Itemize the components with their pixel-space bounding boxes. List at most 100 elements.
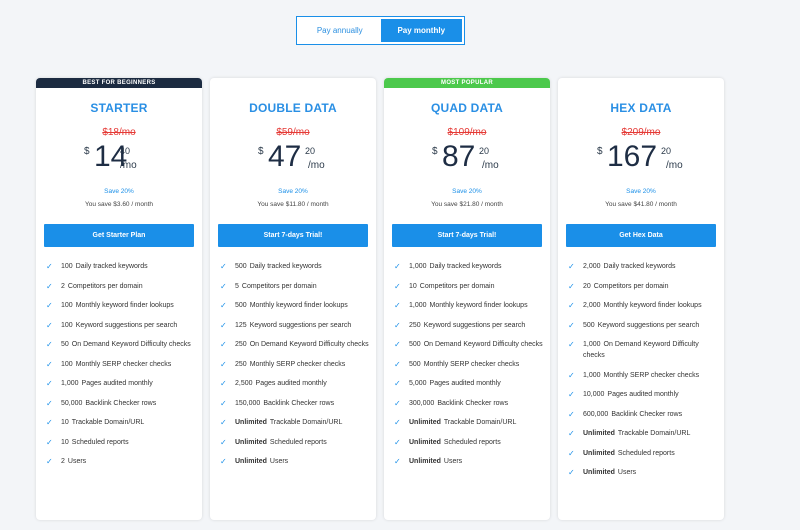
- check-icon: ✓: [568, 468, 575, 477]
- plan-card-quad-data: MOST POPULAR QUAD DATA $109/mo $ 87 20 /mo…: [384, 78, 550, 520]
- feature-value: Unlimited: [583, 469, 615, 476]
- feature-label: Scheduled reports: [269, 438, 327, 446]
- feature-value: 125: [235, 321, 247, 329]
- feature-label: Competitors per domain: [593, 282, 669, 290]
- feature-item: ✓ 500 On Demand Keyword Difficulty checks: [394, 339, 544, 350]
- feature-item: ✓ 100 Monthly keyword finder lookups: [46, 300, 196, 311]
- price-integer: 47: [268, 140, 302, 173]
- feature-item: ✓ Unlimited Scheduled reports: [220, 437, 370, 448]
- check-icon: ✓: [394, 301, 401, 310]
- plan-cta-button[interactable]: Get Starter Plan: [44, 224, 194, 247]
- feature-value: 2: [61, 282, 65, 290]
- feature-value: 2,000: [583, 263, 601, 270]
- check-icon: ✓: [220, 340, 227, 349]
- price-currency: $: [432, 146, 438, 157]
- feature-value: 500: [583, 321, 595, 329]
- old-price: $209/mo: [621, 127, 661, 138]
- feature-item: ✓ 250 Monthly SERP checker checks: [220, 359, 370, 370]
- feature-label: Backlink Checker rows: [263, 399, 335, 407]
- feature-label: Backlink Checker rows: [611, 410, 683, 418]
- feature-label: Daily tracked keywords: [249, 263, 322, 270]
- price-decimal: 20: [661, 146, 672, 156]
- you-save-text: You save $21.80 / month: [431, 201, 503, 208]
- check-icon: ✓: [46, 457, 53, 466]
- feature-label: On Demand Keyword Difficulty checks: [423, 341, 543, 348]
- feature-label: Trackable Domain/URL: [269, 419, 343, 426]
- check-icon: ✓: [394, 398, 401, 408]
- pay-annually-option[interactable]: Pay annually: [299, 19, 381, 42]
- check-icon: ✓: [394, 359, 401, 369]
- feature-item: ✓ 250 On Demand Keyword Difficulty checks: [220, 339, 370, 350]
- feature-value: Unlimited: [409, 438, 441, 446]
- feature-item: ✓ 300,000 Backlink Checker rows: [394, 398, 544, 409]
- plan-ribbon: BEST FOR BEGINNERS: [36, 78, 202, 88]
- save-percent: Save 20%: [452, 188, 482, 195]
- check-icon: ✓: [568, 340, 575, 349]
- feature-label: Monthly keyword finder lookups: [249, 302, 348, 309]
- plan-cta-button[interactable]: Get Hex Data: [566, 224, 716, 247]
- feature-value: Unlimited: [235, 458, 267, 465]
- feature-label: Keyword suggestions per search: [75, 321, 178, 329]
- check-icon: ✓: [46, 281, 53, 291]
- feature-item: ✓ Unlimited Users: [220, 456, 370, 467]
- price-integer: 167: [607, 140, 658, 173]
- feature-label: Trackable Domain/URL: [617, 430, 691, 437]
- feature-item: ✓ Unlimited Users: [394, 456, 544, 467]
- price-period: /mo: [482, 160, 499, 171]
- plan-cta-button[interactable]: Start 7-days Trial!: [218, 224, 368, 247]
- feature-value: 5,000: [409, 380, 427, 387]
- check-icon: ✓: [220, 359, 227, 369]
- feature-item: ✓ 1,000 Pages audited monthly: [46, 378, 196, 389]
- plan-card-starter: BEST FOR BEGINNERS STARTER $18/mo $ 14 40 …: [36, 78, 202, 520]
- feature-value: 250: [235, 341, 247, 348]
- feature-list: ✓ 2,000 Daily tracked keywords ✓ 20 Compet…: [558, 261, 724, 478]
- plan-ribbon: [210, 78, 376, 88]
- feature-item: ✓ 500 Monthly keyword finder lookups: [220, 300, 370, 311]
- check-icon: ✓: [220, 379, 227, 388]
- feature-item: ✓ 250 Keyword suggestions per search: [394, 320, 544, 331]
- feature-item: ✓ 500 Daily tracked keywords: [220, 261, 370, 272]
- feature-value: 1,000: [409, 263, 427, 270]
- check-icon: ✓: [568, 281, 575, 291]
- feature-value: 1,000: [61, 380, 79, 387]
- plan-name: DOUBLE DATA: [249, 101, 337, 115]
- check-icon: ✓: [220, 437, 227, 447]
- check-icon: ✓: [220, 262, 227, 271]
- price-currency: $: [84, 146, 90, 157]
- feature-value: 1,000: [409, 302, 427, 309]
- check-icon: ✓: [46, 301, 53, 310]
- feature-item: ✓ 2 Competitors per domain: [46, 281, 196, 292]
- check-icon: ✓: [394, 437, 401, 447]
- feature-item: ✓ 150,000 Backlink Checker rows: [220, 398, 370, 409]
- you-save-text: You save $41.80 / month: [605, 201, 677, 208]
- feature-item: ✓ 10 Trackable Domain/URL: [46, 417, 196, 428]
- feature-label: Pages audited monthly: [255, 380, 327, 387]
- feature-label: Trackable Domain/URL: [71, 419, 145, 426]
- feature-label: Monthly SERP checker checks: [423, 360, 520, 368]
- feature-value: 10,000: [583, 391, 605, 398]
- pay-monthly-option[interactable]: Pay monthly: [380, 19, 462, 42]
- feature-item: ✓ Unlimited Trackable Domain/URL: [568, 428, 718, 439]
- check-icon: ✓: [394, 457, 401, 466]
- price-period: /mo: [666, 160, 683, 171]
- plan-cta-button[interactable]: Start 7-days Trial!: [392, 224, 542, 247]
- feature-item: ✓ 2,000 Daily tracked keywords: [568, 261, 718, 272]
- you-save-text: You save $3.60 / month: [84, 201, 154, 208]
- check-icon: ✓: [220, 301, 227, 310]
- check-icon: ✓: [568, 390, 575, 399]
- feature-value: 500: [235, 263, 247, 270]
- feature-label: Monthly keyword finder lookups: [75, 302, 174, 309]
- feature-label: Keyword suggestions per search: [423, 321, 526, 329]
- feature-value: 250: [235, 360, 247, 368]
- feature-label: Users: [269, 458, 289, 465]
- feature-value: Unlimited: [583, 430, 615, 437]
- check-icon: ✓: [394, 418, 401, 427]
- feature-item: ✓ Unlimited Trackable Domain/URL: [394, 417, 544, 428]
- feature-item: ✓ Unlimited Users: [568, 467, 718, 478]
- feature-value: 10: [61, 438, 69, 446]
- feature-value: 2: [61, 458, 65, 465]
- feature-item: ✓ 5,000 Pages audited monthly: [394, 378, 544, 389]
- feature-value: 150,000: [235, 399, 261, 407]
- feature-label: Monthly SERP checker checks: [75, 360, 172, 368]
- feature-value: 2,500: [235, 380, 253, 387]
